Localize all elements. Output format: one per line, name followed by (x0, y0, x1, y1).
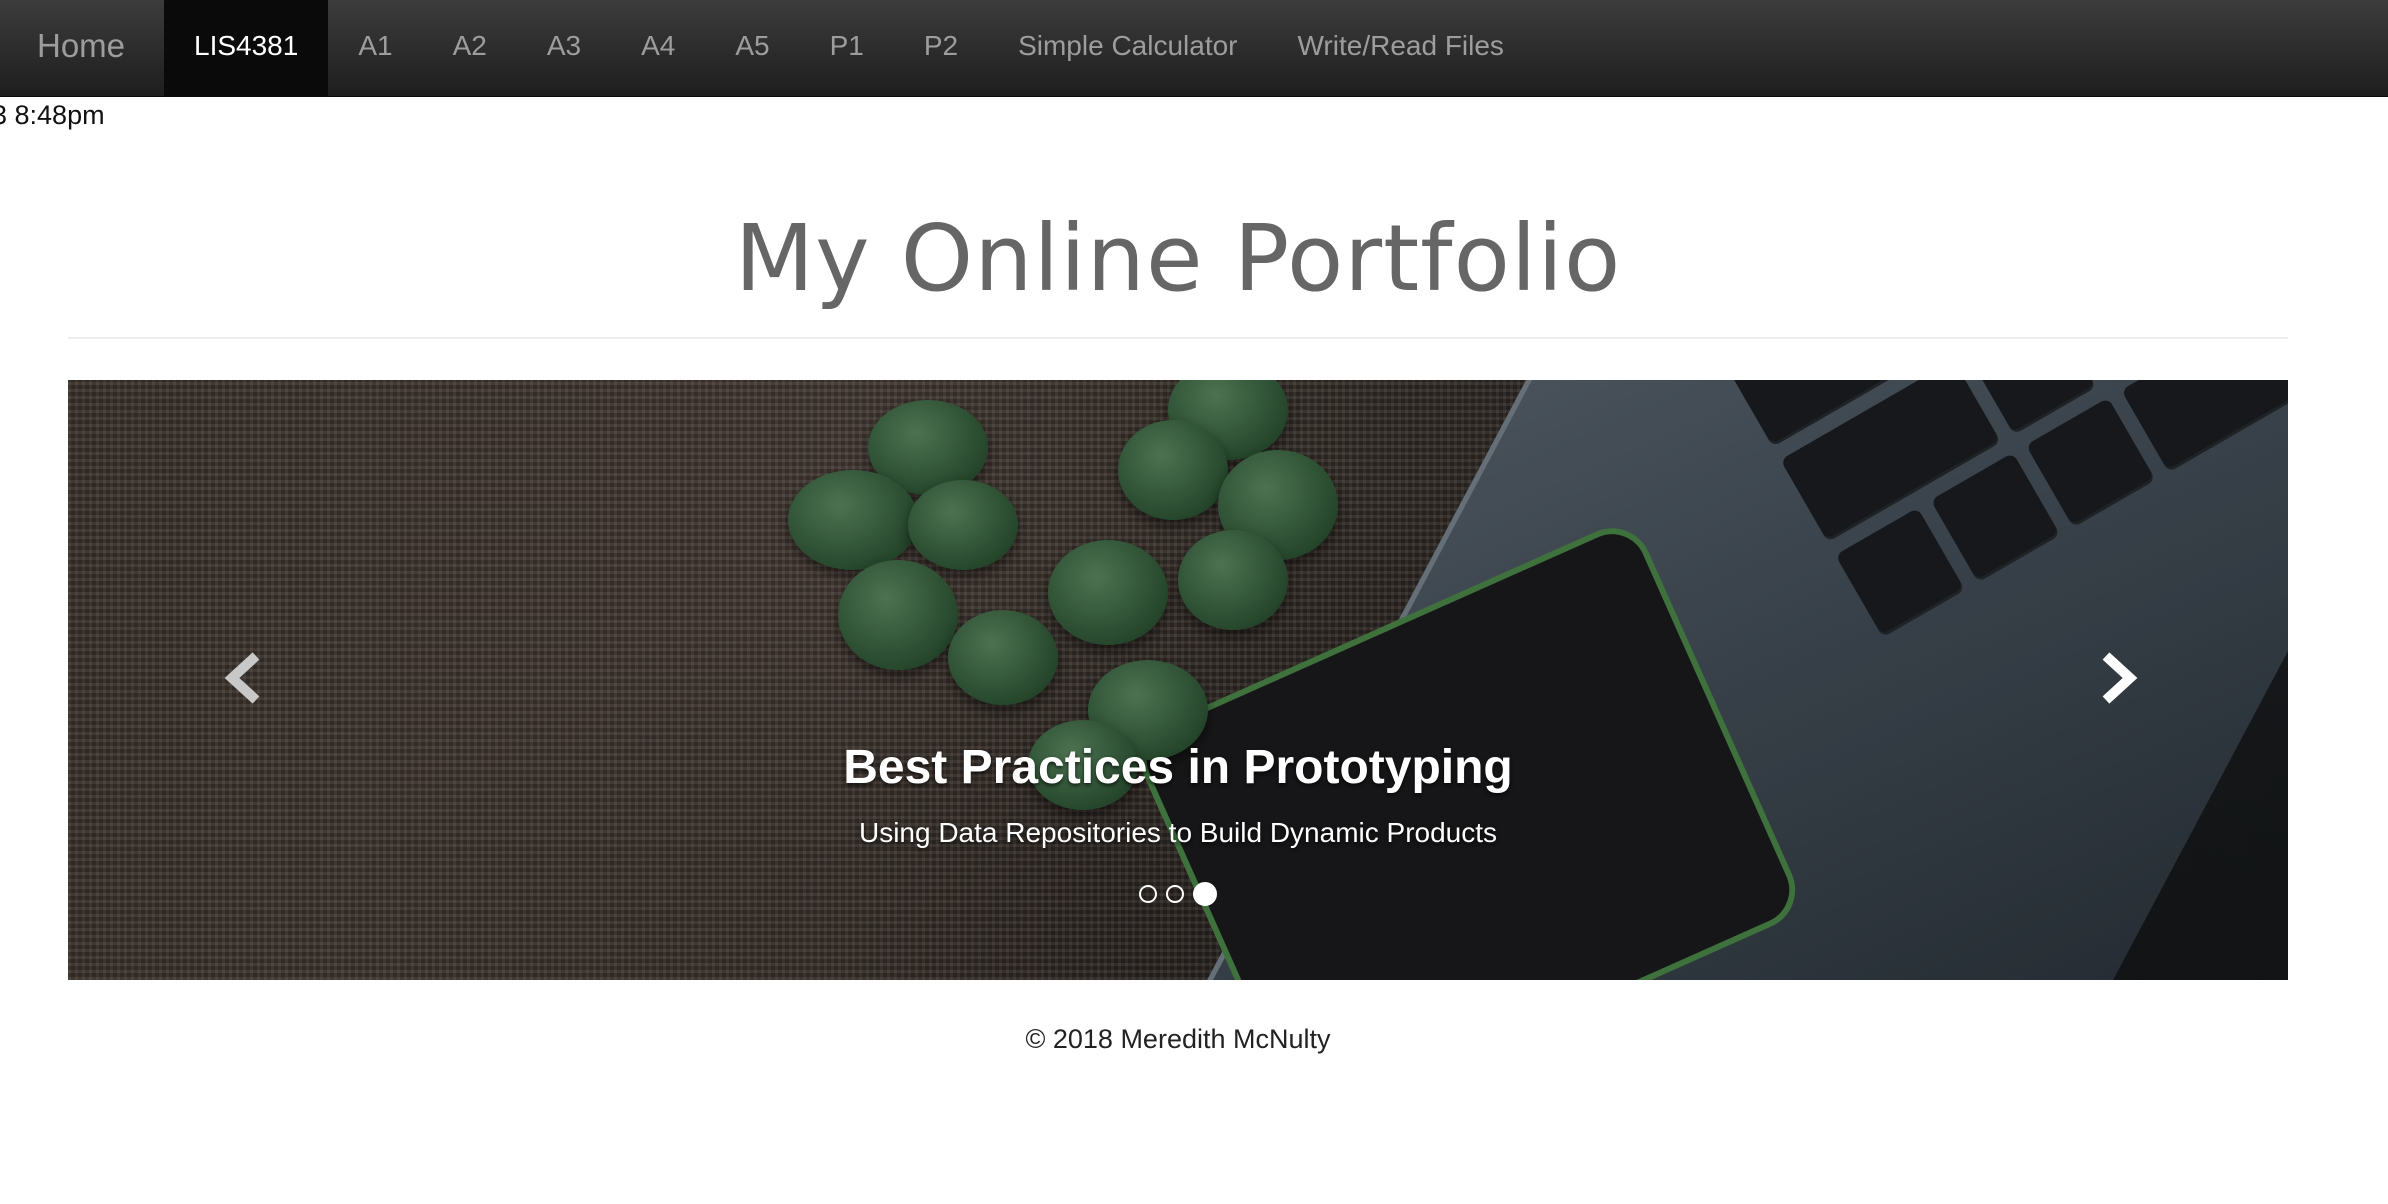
caption-title: Best Practices in Prototyping (843, 741, 1513, 794)
nav-items: LIS4381 A1 A2 A3 A4 A5 P1 P2 Simple Calc… (164, 0, 1534, 97)
carousel-indicator-3[interactable] (1193, 882, 1217, 906)
chevron-right-icon (2102, 652, 2138, 704)
chevron-left-icon (224, 652, 260, 704)
nav-item-a1[interactable]: A1 (328, 0, 422, 97)
carousel-indicator-1[interactable] (1139, 885, 1157, 903)
nav-item-a5[interactable]: A5 (705, 0, 799, 97)
nav-item-simple-calculator[interactable]: Simple Calculator (988, 0, 1267, 97)
carousel-caption: Best Practices in Prototyping Using Data… (68, 740, 2288, 849)
carousel-prev-button[interactable] (216, 648, 276, 708)
image-carousel[interactable]: Best Practices in Prototyping Using Data… (68, 380, 2288, 980)
nav-item-lis4381[interactable]: LIS4381 (164, 0, 329, 97)
page-title: My Online Portfolio (734, 205, 1622, 312)
carousel-indicators (68, 882, 2288, 906)
carousel-indicator-2[interactable] (1166, 885, 1184, 903)
carousel-next-button[interactable] (2086, 648, 2146, 708)
footer-copyright: © 2018 Meredith McNulty (1025, 1024, 1331, 1054)
nav-item-a3[interactable]: A3 (517, 0, 611, 97)
nav-item-p1[interactable]: P1 (800, 0, 894, 97)
nav-item-a4[interactable]: A4 (611, 0, 705, 97)
title-divider (68, 337, 2288, 339)
nav-item-a2[interactable]: A2 (423, 0, 517, 97)
timestamp: 3 8:48pm (0, 100, 105, 130)
nav-item-p2[interactable]: P2 (894, 0, 988, 97)
top-navbar: Home LIS4381 A1 A2 A3 A4 A5 P1 P2 Simple… (0, 0, 2388, 97)
caption-subtitle: Using Data Repositories to Build Dynamic… (858, 817, 1498, 848)
nav-item-write-read-files[interactable]: Write/Read Files (1268, 0, 1534, 97)
nav-home-link[interactable]: Home (0, 0, 162, 97)
